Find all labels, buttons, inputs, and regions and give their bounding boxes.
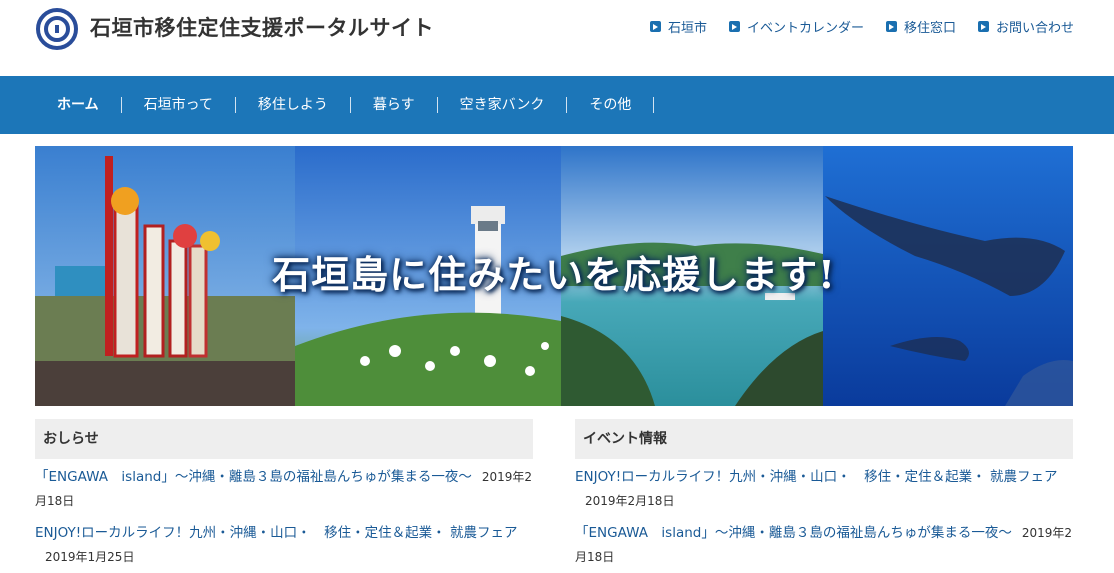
toplink-ishigaki-city[interactable]: 石垣市 bbox=[649, 17, 707, 36]
site-header: 石垣市移住定住支援ポータルサイト 石垣市 イベントカレンダー 移住窓口 お問い合… bbox=[0, 0, 1114, 76]
events-heading: イベント情報 bbox=[575, 419, 1073, 459]
list-item: ENJOY!ローカルライフ！九州・沖縄・山口・ 移住・定住＆起業・ 就農フェア 2… bbox=[575, 465, 1073, 513]
arrow-right-icon bbox=[885, 21, 897, 32]
nav-item-relocate[interactable]: 移住しよう bbox=[236, 97, 351, 113]
toplink-label: 石垣市 bbox=[667, 21, 707, 36]
nav-item-vacant-house-bank[interactable]: 空き家バンク bbox=[438, 97, 568, 113]
site-title[interactable]: 石垣市移住定住支援ポータルサイト bbox=[90, 12, 434, 42]
nav-item-living[interactable]: 暮らす bbox=[351, 97, 438, 113]
events-section: イベント情報 ENJOY!ローカルライフ！九州・沖縄・山口・ 移住・定住＆起業・… bbox=[575, 419, 1073, 573]
toplink-label: イベントカレンダー bbox=[746, 21, 864, 36]
hero-caption-text: 石垣島に住みたいを応援します! bbox=[272, 251, 836, 297]
nav-item-about-ishigaki[interactable]: 石垣市って bbox=[122, 97, 236, 113]
list-item: 「ENGAWA island」～沖縄・離島３島の福祉島んちゅが集まる一夜～ 201… bbox=[35, 465, 533, 513]
arrow-right-icon bbox=[649, 21, 661, 32]
toplink-contact[interactable]: お問い合わせ bbox=[977, 17, 1074, 36]
arrow-right-icon bbox=[728, 21, 740, 32]
news-list: 「ENGAWA island」～沖縄・離島３島の福祉島んちゅが集まる一夜～ 201… bbox=[35, 465, 533, 569]
main-nav: ホーム 石垣市って 移住しよう 暮らす 空き家バンク その他 bbox=[0, 76, 1114, 134]
nav-item-other[interactable]: その他 bbox=[567, 97, 655, 113]
events-list: ENJOY!ローカルライフ！九州・沖縄・山口・ 移住・定住＆起業・ 就農フェア 2… bbox=[575, 465, 1073, 569]
toplink-label: 移住窓口 bbox=[903, 21, 956, 36]
news-heading: おしらせ bbox=[35, 419, 533, 459]
nav-item-home[interactable]: ホーム bbox=[35, 97, 122, 113]
news-date: 2019年1月25日 bbox=[45, 550, 135, 564]
top-links: 石垣市 イベントカレンダー 移住窓口 お問い合わせ bbox=[649, 17, 1074, 36]
hero-caption: 石垣島に住みたいを応援します! bbox=[35, 146, 1073, 406]
list-item: 「ENGAWA island」～沖縄・離島３島の福祉島んちゅが集まる一夜～ 201… bbox=[575, 521, 1073, 569]
arrow-right-icon bbox=[977, 21, 989, 32]
event-link[interactable]: ENJOY!ローカルライフ！九州・沖縄・山口・ 移住・定住＆起業・ 就農フェア bbox=[575, 469, 1057, 485]
toplink-event-calendar[interactable]: イベントカレンダー bbox=[728, 17, 864, 36]
news-section: おしらせ 「ENGAWA island」～沖縄・離島３島の福祉島んちゅが集まる一… bbox=[35, 419, 533, 573]
list-item: ENJOY!ローカルライフ！九州・沖縄・山口・ 移住・定住＆起業・ 就農フェア 2… bbox=[35, 521, 533, 569]
news-link[interactable]: 「ENGAWA island」～沖縄・離島３島の福祉島んちゅが集まる一夜～ bbox=[35, 469, 472, 485]
event-link[interactable]: 「ENGAWA island」～沖縄・離島３島の福祉島んちゅが集まる一夜～ bbox=[575, 525, 1012, 541]
toplink-relocation-desk[interactable]: 移住窓口 bbox=[885, 17, 956, 36]
news-link[interactable]: ENJOY!ローカルライフ！九州・沖縄・山口・ 移住・定住＆起業・ 就農フェア bbox=[35, 525, 517, 541]
event-date: 2019年2月18日 bbox=[585, 494, 675, 508]
hero-banner: 石垣島に住みたいを応援します! bbox=[35, 146, 1073, 406]
city-emblem-icon[interactable] bbox=[36, 8, 78, 50]
toplink-label: お問い合わせ bbox=[995, 21, 1074, 36]
